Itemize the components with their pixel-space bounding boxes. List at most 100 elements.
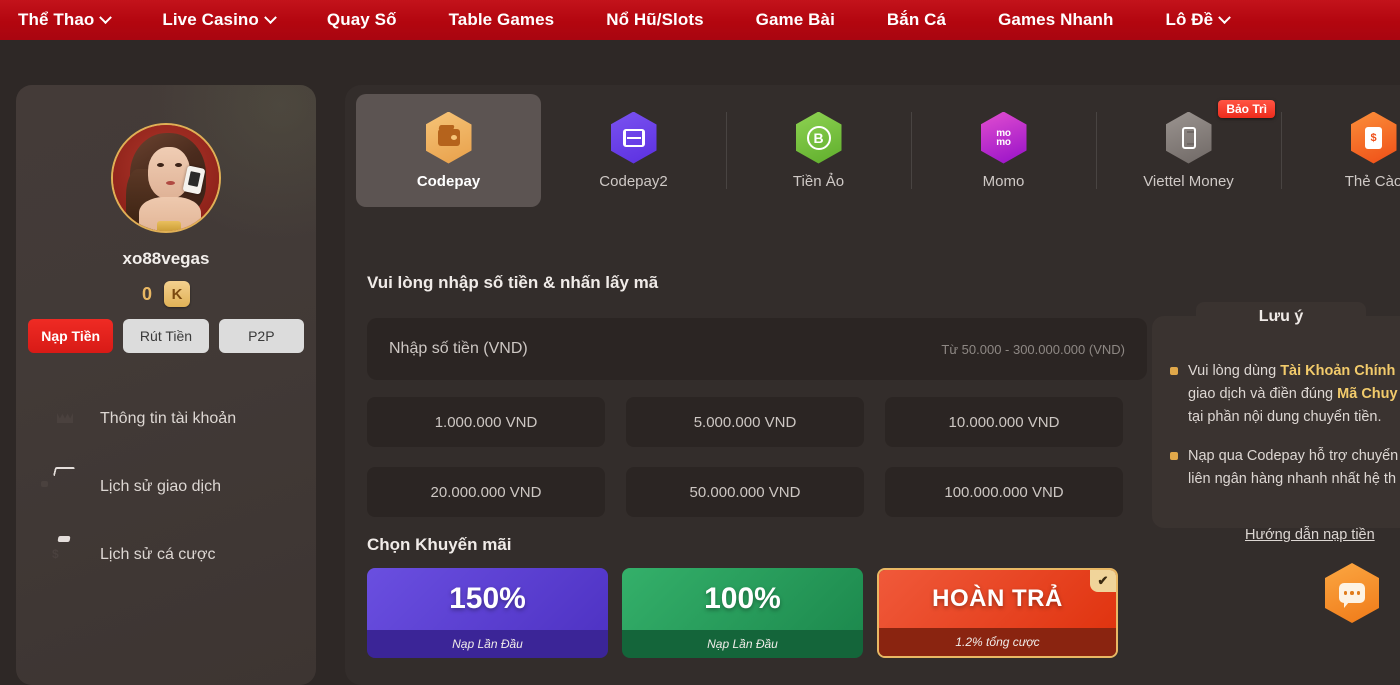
status-badge: Bảo Trì xyxy=(1218,100,1275,118)
quick-amount-button[interactable]: 5.000.000 VND xyxy=(626,397,864,447)
promotions-heading: Chọn Khuyến mãi xyxy=(367,535,512,554)
avatar-eye-right xyxy=(175,163,182,167)
promotion-cards: 150% Nạp Lần Đầu 100% Nạp Lần Đầu ✔ HOÀN… xyxy=(367,568,1118,658)
crown-icon xyxy=(52,405,80,433)
amount-range-hint: Từ 50.000 - 300.000.000 (VND) xyxy=(941,341,1125,357)
nav-item-no-hu-slots[interactable]: Nổ Hũ/Slots xyxy=(580,0,729,40)
nav-item-game-bai[interactable]: Game Bài xyxy=(730,0,861,40)
balance-unit-badge: K xyxy=(164,281,190,307)
promotion-card-hoan-tra[interactable]: ✔ HOÀN TRẢ 1.2% tổng cược xyxy=(877,568,1118,658)
promotion-subtitle: Nạp Lần Đầu xyxy=(367,630,608,658)
nav-label: Table Games xyxy=(448,10,555,29)
note-line-1a: Vui lòng dùng xyxy=(1188,363,1281,379)
note-list-item: Nạp qua Codepay hỗ trợ chuyển liên ngân … xyxy=(1170,445,1400,491)
sidebar-item-transaction-history[interactable]: Lịch sử giao dịch xyxy=(16,453,316,521)
sidebar-item-bet-history[interactable]: Lịch sử cá cược xyxy=(16,521,316,589)
payment-tab-codepay2[interactable]: Codepay2 xyxy=(541,94,726,207)
nav-item-games-nhanh[interactable]: Games Nhanh xyxy=(972,0,1139,40)
nav-label: Live Casino xyxy=(162,10,259,29)
username-label: xo88vegas xyxy=(122,249,210,268)
deposit-guide-link[interactable]: Hướng dẫn nạp tiền xyxy=(1245,527,1375,543)
phone-icon xyxy=(1165,111,1212,164)
payment-tab-codepay[interactable]: Codepay xyxy=(356,94,541,207)
quick-amount-button[interactable]: 1.000.000 VND xyxy=(367,397,605,447)
quick-amount-button[interactable]: 50.000.000 VND xyxy=(626,467,864,517)
payment-tab-label: Viettel Money xyxy=(1143,172,1234,190)
promotion-title: HOÀN TRẢ xyxy=(879,570,1116,628)
balance-amount: 0 xyxy=(141,283,152,304)
user-sidebar: xo88vegas 0 K Nạp Tiền Rút Tiền P2P Thôn… xyxy=(16,85,316,685)
nav-label: Games Nhanh xyxy=(998,10,1114,29)
nav-item-quay-so[interactable]: Quay Số xyxy=(301,0,423,40)
promotion-card-100[interactable]: 100% Nạp Lần Đầu xyxy=(622,568,863,658)
nav-item-ban-ca[interactable]: Bắn Cá xyxy=(861,0,972,40)
wallet-icon xyxy=(52,473,80,501)
note-line-1b: Tài Khoản Chính C xyxy=(1280,363,1400,379)
qr-scan-icon xyxy=(610,111,657,164)
account-action-buttons: Nạp Tiền Rút Tiền P2P xyxy=(28,319,304,353)
sidebar-item-label: Thông tin tài khoản xyxy=(100,410,237,427)
amount-input-placeholder: Nhập số tiền (VND) xyxy=(389,340,528,357)
bullet-icon xyxy=(1170,452,1178,460)
nav-label: Quay Số xyxy=(326,10,397,29)
payment-tab-viettel-money[interactable]: Bảo Trì Viettel Money xyxy=(1096,94,1281,207)
chevron-down-icon xyxy=(1218,10,1232,24)
avatar-lips xyxy=(166,181,175,185)
bullet-icon xyxy=(1170,367,1178,375)
top-navigation-bar: Thể Thao Live Casino Quay Số Table Games… xyxy=(0,0,1400,40)
page-body: xo88vegas 0 K Nạp Tiền Rút Tiền P2P Thôn… xyxy=(0,40,1400,685)
sidebar-item-account-info[interactable]: Thông tin tài khoản xyxy=(16,385,316,453)
quick-amount-button[interactable]: 100.000.000 VND xyxy=(885,467,1123,517)
nav-item-live-casino[interactable]: Live Casino xyxy=(136,0,301,40)
p2p-button[interactable]: P2P xyxy=(218,319,304,353)
promotion-title: 100% xyxy=(622,568,863,630)
nav-label: Game Bài xyxy=(755,10,835,29)
withdraw-button[interactable]: Rút Tiền xyxy=(123,319,209,353)
avatar-gold-bar xyxy=(157,221,181,231)
balance-row: 0 K xyxy=(16,281,316,307)
payment-method-tabs: Codepay Codepay2 B Tiền Ảo mo mo Momo Bảo… xyxy=(356,94,1400,207)
nav-label: Lô Đề xyxy=(1165,10,1214,29)
payment-tab-tien-ao[interactable]: B Tiền Ảo xyxy=(726,94,911,207)
momo-icon: mo mo xyxy=(980,111,1027,164)
note-line-4: Nạp qua Codepay hỗ trợ chuyển xyxy=(1188,448,1399,464)
payment-tab-momo[interactable]: mo mo Momo xyxy=(911,94,1096,207)
amount-input[interactable]: Nhập số tiền (VND) Từ 50.000 - 300.000.0… xyxy=(367,318,1147,380)
note-line-3: tại phần nội dung chuyển tiền. xyxy=(1188,409,1382,425)
avatar[interactable] xyxy=(111,123,221,233)
deposit-button[interactable]: Nạp Tiền xyxy=(28,319,114,353)
payment-tab-label: Momo xyxy=(982,172,1025,190)
note-title: Lưu ý xyxy=(1196,302,1366,332)
note-line-2b: Mã Chuy xyxy=(1337,386,1398,402)
payment-tab-label: Tiền Ảo xyxy=(792,172,845,190)
chevron-down-icon xyxy=(264,10,277,24)
chevron-down-icon xyxy=(99,10,113,24)
wallet-icon xyxy=(425,111,472,164)
nav-item-table-games[interactable]: Table Games xyxy=(423,0,581,40)
promotion-title: 150% xyxy=(367,568,608,630)
payment-tab-the-cao[interactable]: $ Thẻ Cào xyxy=(1281,94,1400,207)
note-body: Vui lòng dùng Tài Khoản Chính C giao dịc… xyxy=(1170,360,1400,507)
payment-tab-label: Codepay xyxy=(416,172,481,190)
sidebar-menu: Thông tin tài khoản Lịch sử giao dịch Lị… xyxy=(16,385,316,589)
promotion-subtitle: Nạp Lần Đầu xyxy=(622,630,863,658)
note-list-item: Vui lòng dùng Tài Khoản Chính C giao dịc… xyxy=(1170,360,1400,429)
bitcoin-icon: B xyxy=(795,111,842,164)
promotion-card-150[interactable]: 150% Nạp Lần Đầu xyxy=(367,568,608,658)
nav-item-lo-de[interactable]: Lô Đề xyxy=(1140,0,1256,40)
money-bag-icon xyxy=(52,541,80,569)
payment-tab-label: Thẻ Cào xyxy=(1344,172,1400,190)
quick-amount-button[interactable]: 20.000.000 VND xyxy=(367,467,605,517)
note-line-2a: giao dịch và điền đúng xyxy=(1188,386,1338,402)
sidebar-item-label: Lịch sử giao dịch xyxy=(100,478,221,495)
check-icon: ✔ xyxy=(1090,570,1116,592)
avatar-eye-left xyxy=(157,163,164,167)
nav-item-the-thao[interactable]: Thể Thao xyxy=(0,0,136,40)
sidebar-item-label: Lịch sử cá cược xyxy=(100,546,216,563)
payment-tab-label: Codepay2 xyxy=(599,172,668,190)
quick-amount-button[interactable]: 10.000.000 VND xyxy=(885,397,1123,447)
form-heading: Vui lòng nhập số tiền & nhấn lấy mã xyxy=(367,273,659,292)
note-panel: Lưu ý Vui lòng dùng Tài Khoản Chính C gi… xyxy=(1152,302,1400,528)
promotion-subtitle: 1.2% tổng cược xyxy=(879,628,1116,656)
note-text: Nạp qua Codepay hỗ trợ chuyển liên ngân … xyxy=(1188,445,1398,491)
